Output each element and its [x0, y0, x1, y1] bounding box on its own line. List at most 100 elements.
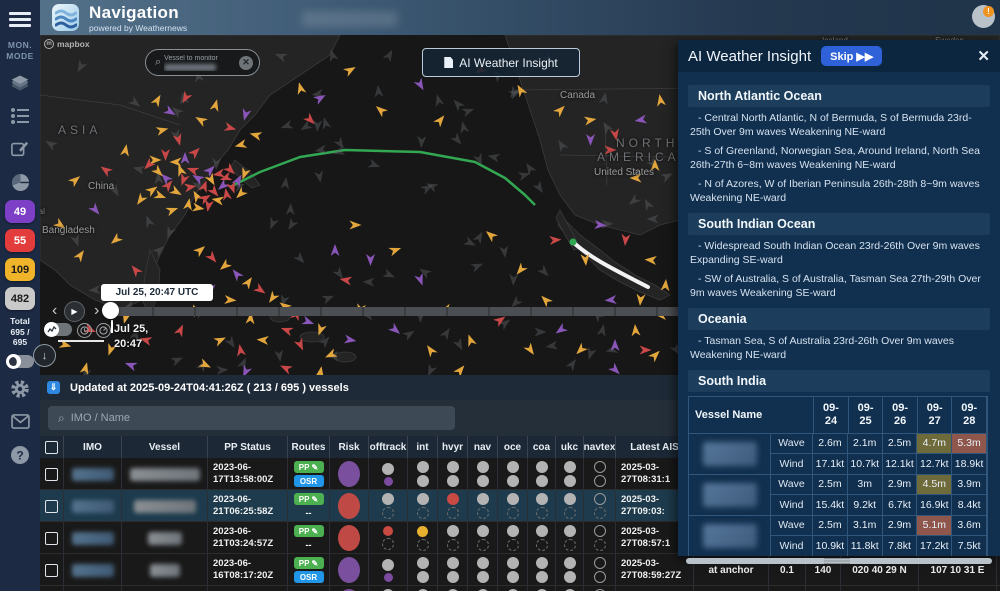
vessel-search-value-redacted	[164, 64, 216, 71]
column-header-routes[interactable]: Routes	[288, 436, 330, 458]
close-icon[interactable]: ✕	[977, 47, 990, 65]
imo-redacted	[72, 468, 114, 481]
osr-route-badge[interactable]: OSR	[294, 571, 324, 583]
risk-cell	[330, 554, 369, 586]
list-icon[interactable]	[8, 104, 32, 128]
timeline-handle[interactable]	[102, 302, 119, 319]
pp-route-badge[interactable]: PP ✎	[294, 557, 324, 569]
redacted-blob	[703, 524, 757, 548]
weather-insight-item: - Tasman Sea, S of Australia 23rd-26th O…	[688, 334, 990, 363]
forecast-value: 5.1m	[917, 516, 952, 535]
vessel-name-redacted	[150, 564, 180, 577]
timeline-next-button[interactable]: ›	[94, 306, 99, 316]
collapse-timeline-button[interactable]: ↓	[33, 344, 56, 367]
timeline-prev-button[interactable]: ‹	[52, 306, 57, 316]
column-header-navtex[interactable]: navtex	[584, 436, 616, 458]
pp-status-cell: 2023-06-21T06:25:58Z	[208, 490, 288, 522]
pp-route-badge[interactable]: PP ✎	[294, 493, 324, 505]
forecast-row: Wave2.6m2.1m2.5m4.7m5.3m	[771, 434, 987, 454]
gear-icon[interactable]	[8, 377, 32, 401]
ai-weather-insight-button[interactable]: AI Weather Insight	[422, 48, 580, 77]
status-dots-cell	[528, 458, 556, 490]
panel-resize-bar[interactable]	[686, 558, 992, 564]
forecast-value: 10.7kt	[848, 454, 883, 474]
status-dot	[382, 463, 394, 475]
column-header-vessel[interactable]: Vessel	[122, 436, 208, 458]
forecast-value: 2.5m	[813, 516, 848, 535]
skip-button[interactable]: Skip ▶▶	[821, 46, 882, 66]
timeline-play-button[interactable]: ▶	[64, 301, 85, 322]
status-dots-cell	[584, 522, 616, 554]
row-checkbox[interactable]	[45, 564, 58, 577]
vessel-name-redacted	[134, 500, 196, 513]
updated-text: Updated at 2025-09-24T04:41:26Z ( 213 / …	[70, 382, 349, 394]
clear-search-icon[interactable]: ✕	[239, 56, 253, 70]
avatar[interactable]: !	[972, 5, 995, 28]
status-dots-cell	[468, 554, 498, 586]
dark-mode-toggle[interactable]	[7, 355, 34, 368]
status-dots-cell	[369, 458, 408, 490]
risk-indicator	[338, 525, 360, 551]
forecast-value: 9.2kt	[848, 495, 883, 515]
mail-icon[interactable]	[8, 410, 32, 434]
mode-count-badge[interactable]: 109	[5, 258, 35, 281]
osr-route-badge[interactable]: OSR	[294, 475, 324, 487]
forecast-value: 3m	[848, 475, 883, 494]
skip-button-label: Skip ▶▶	[830, 50, 873, 63]
status-dot	[564, 475, 576, 487]
vessel-name-redacted	[689, 434, 771, 474]
status-dot	[507, 461, 519, 473]
status-dots-cell	[498, 586, 528, 591]
help-icon[interactable]: ?	[8, 443, 32, 467]
vessel-name-redacted	[130, 468, 200, 481]
forecast-vessel-group: Wave2.5m3.1m2.9m5.1m3.6mWind10.9kt11.8kt…	[689, 516, 987, 556]
status-dot	[447, 557, 459, 569]
pie-chart-icon[interactable]	[8, 170, 32, 194]
mode-count-badge[interactable]: 482	[5, 287, 35, 310]
status-dots-cell	[369, 490, 408, 522]
weather-insight-item: - N of Azores, W of Iberian Peninsula 26…	[688, 177, 990, 206]
column-header-pp-status[interactable]: PP Status	[208, 436, 288, 458]
mode-count-badge[interactable]: 55	[5, 229, 35, 252]
pp-route-badge[interactable]: PP ✎	[294, 525, 324, 537]
panel-title: AI Weather Insight	[688, 48, 811, 65]
edit-note-icon[interactable]	[8, 137, 32, 161]
metric-label: Wind	[771, 454, 813, 474]
status-dot	[507, 507, 519, 519]
select-all-header	[40, 436, 64, 458]
risk-cell	[330, 458, 369, 490]
row-checkbox[interactable]	[45, 532, 58, 545]
column-header-risk[interactable]: Risk	[330, 436, 369, 458]
download-icon[interactable]: ⇓	[47, 381, 60, 394]
row-checkbox[interactable]	[45, 468, 58, 481]
column-header-ukc[interactable]: ukc	[556, 436, 584, 458]
section-heading: North Atlantic Ocean	[688, 85, 990, 107]
timeline-chart-toggle[interactable]	[45, 323, 72, 336]
layers-icon[interactable]	[8, 71, 32, 95]
column-header-int[interactable]: int	[408, 436, 438, 458]
mode-count-badge[interactable]: 49	[5, 200, 35, 223]
row-checkbox[interactable]	[45, 500, 58, 513]
status-dot	[417, 493, 429, 505]
status-dots-cell	[408, 458, 438, 490]
column-header-imo[interactable]: IMO	[64, 436, 122, 458]
column-header-oce[interactable]: oce	[498, 436, 528, 458]
menu-icon[interactable]	[9, 9, 31, 30]
status-dot	[417, 507, 429, 519]
column-header-nav[interactable]: nav	[468, 436, 498, 458]
status-dot	[384, 573, 393, 582]
select-all-checkbox[interactable]	[45, 441, 58, 454]
date-header: 09-25	[849, 397, 884, 433]
speed-icon[interactable]	[96, 323, 111, 338]
status-dots-cell	[498, 490, 528, 522]
table-row[interactable]	[40, 586, 1000, 591]
pp-route-badge[interactable]: PP ✎	[294, 461, 324, 473]
vessel-monitor-search[interactable]: ⌕ Vessel to monitor ✕	[145, 49, 260, 76]
history-icon[interactable]	[77, 323, 92, 338]
imo-name-search-input[interactable]: ⌕ IMO / Name	[48, 406, 455, 430]
column-header-hvyr[interactable]: hvyr	[438, 436, 468, 458]
status-dot	[447, 461, 459, 473]
column-header-coa[interactable]: coa	[528, 436, 556, 458]
status-dots-cell	[438, 490, 468, 522]
column-header-offtrack[interactable]: offtrack	[369, 436, 408, 458]
